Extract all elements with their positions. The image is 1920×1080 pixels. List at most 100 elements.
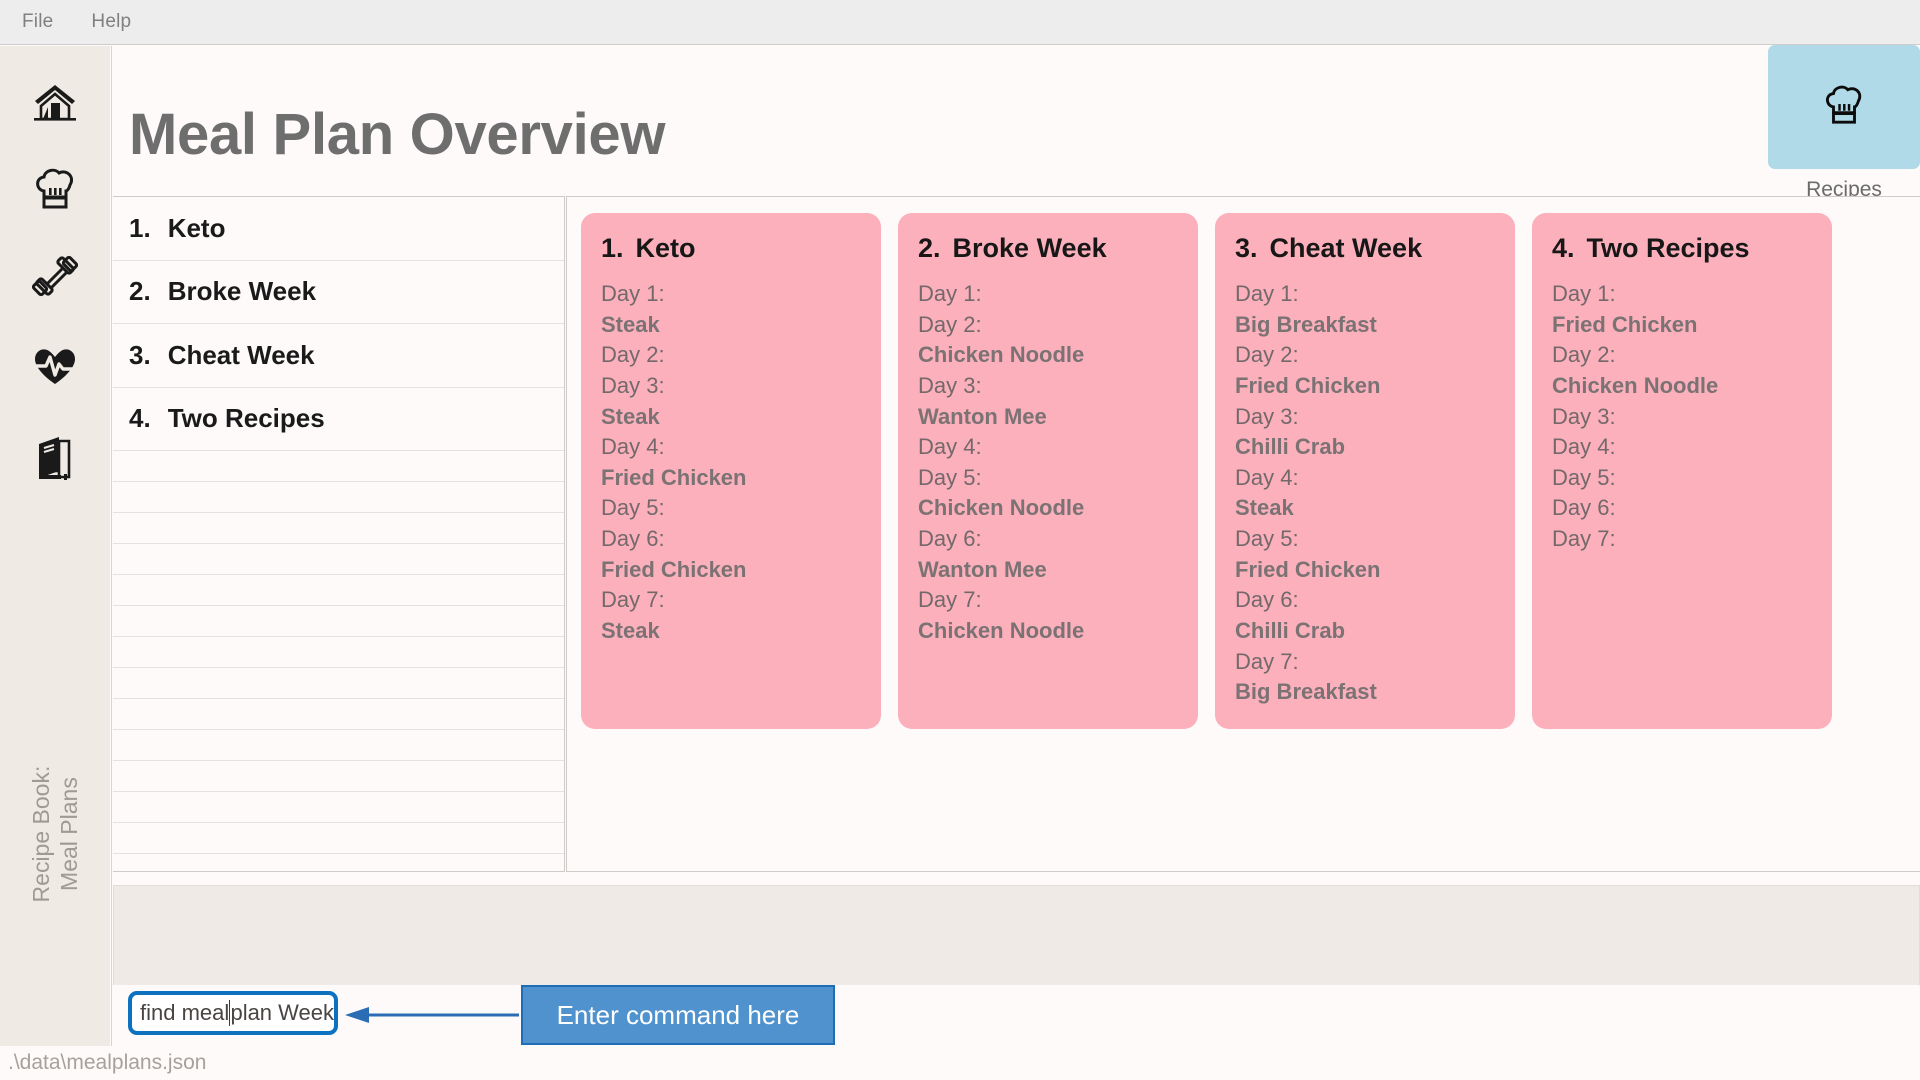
mealplan-day-label: Day 2: (1552, 342, 1616, 368)
command-callout: Enter command here (521, 985, 835, 1045)
mealplan-day-meal: Chilli Crab (1235, 434, 1346, 460)
mealplan-day-label: Day 4: (601, 434, 665, 460)
mealplan-day-meal: Fried Chicken (601, 464, 747, 490)
sidebar-item-home[interactable] (25, 73, 85, 133)
mealplan-day-meal: Steak (601, 311, 660, 337)
list-item-empty (113, 823, 564, 854)
menu-bar: File Help (0, 0, 1920, 45)
mealplan-card[interactable]: 2. Broke Week Day 1: Day 2: Chicken Noodle Da… (898, 213, 1198, 729)
mealplan-card-number: 1. (601, 233, 624, 263)
mealplan-card-title: 1. Keto (601, 233, 861, 264)
mealplan-day-meal: Steak (1235, 495, 1294, 521)
list-item-empty (113, 575, 564, 606)
recipes-button-group: Recipes (1768, 45, 1920, 202)
mealplan-cards: 1. Keto Day 1: Steak Day 2: Day 3: Steak Day 4:… (581, 213, 1832, 729)
mealplan-day-meal: Fried Chicken (1235, 556, 1381, 582)
mealplan-card-name: Keto (635, 233, 696, 263)
list-item-number: 2. (129, 276, 151, 307)
mealplan-card-name: Cheat Week (1269, 233, 1423, 263)
mealplan-day-label: Day 1: (918, 281, 982, 306)
list-item-label: Keto (167, 212, 226, 243)
mealplan-day-meal: Fried Chicken (1552, 311, 1698, 337)
command-row: find meal plan Week Enter command here (113, 985, 1920, 1045)
mealplan-day-label: Day 2: (918, 311, 982, 337)
mealplan-cards-panel[interactable]: 1. Keto Day 1: Steak Day 2: Day 3: Steak Day 4:… (566, 196, 1920, 872)
list-item-empty (113, 482, 564, 513)
mealplan-day-label: Day 5: (601, 495, 665, 521)
mealplan-card[interactable]: 1. Keto Day 1: Steak Day 2: Day 3: Steak Day 4:… (581, 213, 881, 729)
mealplan-day-label: Day 7: (918, 587, 982, 613)
mealplan-card[interactable]: 3. Cheat Week Day 1: Big Breakfast Day 2: Fri… (1215, 213, 1515, 729)
heartbeat-icon (32, 345, 78, 387)
mealplan-card[interactable]: 4. Two Recipes Day 1: Fried Chicken Day 2: Ch… (1532, 213, 1832, 729)
mealplan-day-label: Day 6: (918, 526, 982, 551)
mealplan-day-meal: Chicken Noodle (1552, 372, 1719, 398)
recipes-button[interactable] (1768, 45, 1920, 169)
mealplan-day-label: Day 7: (601, 587, 665, 613)
mealplan-card-title: 3. Cheat Week (1235, 233, 1495, 264)
chef-hat-icon (1823, 84, 1865, 131)
mealplan-list: 1. Keto 2. Broke Week 3. Cheat Week 4. Two Reci… (113, 197, 564, 871)
mealplan-list-panel[interactable]: 1. Keto 2. Broke Week 3. Cheat Week 4. Two Reci… (113, 196, 565, 872)
mealplan-day-label: Day 3: (601, 372, 665, 398)
home-icon (32, 81, 78, 125)
page-title: Meal Plan Overview (129, 102, 666, 167)
sidebar-item-health[interactable] (25, 336, 85, 396)
mealplan-day-label: Day 6: (1552, 495, 1616, 521)
mealplan-day-label: Day 4: (1552, 434, 1616, 460)
mealplan-card-name: Two Recipes (1586, 233, 1750, 263)
mealplan-card-number: 2. (918, 233, 941, 263)
sidebar-item-workouts[interactable] (25, 246, 85, 306)
app-vertical-label: Recipe Book: Meal Plans (27, 765, 82, 903)
mealplan-card-number: 4. (1552, 233, 1575, 263)
mealplan-day-label: Day 1: (1235, 281, 1299, 306)
mealplan-day-meal: Steak (601, 617, 660, 643)
mealplan-day-meal: Chicken Noodle (918, 617, 1085, 643)
status-bar: .\data\mealplans.json (0, 1046, 1920, 1080)
list-item-empty (113, 637, 564, 668)
mealplan-day-label: Day 7: (1552, 526, 1616, 551)
mealplan-day-meal: Chilli Crab (1235, 617, 1346, 643)
mealplan-day-label: Day 1: (1552, 281, 1616, 306)
sidebar-item-book[interactable] (25, 428, 85, 488)
list-item[interactable]: 2. Broke Week (113, 260, 564, 324)
sidebar-item-recipes[interactable] (25, 159, 85, 219)
list-item[interactable]: 3. Cheat Week (113, 324, 564, 388)
app-window: File Help Recipe Book: Meal Plans Meal P… (0, 0, 1920, 1080)
mealplan-day-label: Day 2: (1235, 342, 1299, 368)
list-item-label: Two Recipes (167, 403, 325, 434)
page-header: Meal Plan Overview Recipes (111, 45, 1920, 201)
list-item-empty (113, 513, 564, 544)
mealplan-card-title: 2. Broke Week (918, 233, 1178, 264)
list-item-empty (113, 792, 564, 823)
mealplan-card-name: Broke Week (952, 233, 1107, 263)
list-item[interactable]: 4. Two Recipes (113, 387, 564, 451)
mealplan-day-label: Day 3: (1552, 403, 1616, 429)
list-item-empty (113, 451, 564, 482)
mealplan-day-label: Day 5: (1235, 526, 1299, 551)
mealplan-day-meal: Steak (601, 403, 660, 429)
mealplan-day-label: Day 2: (601, 342, 665, 368)
mealplan-day-label: Day 4: (918, 434, 982, 460)
list-item-empty (113, 668, 564, 699)
menu-item-help[interactable]: Help (91, 11, 131, 33)
mealplan-day-meal: Wanton Mee (918, 556, 1047, 582)
menu-item-file[interactable]: File (22, 11, 53, 33)
list-item-label: Broke Week (167, 276, 317, 307)
list-item-empty (113, 606, 564, 637)
mealplan-card-title: 4. Two Recipes (1552, 233, 1812, 264)
list-item-number: 3. (129, 339, 151, 370)
command-input[interactable]: find meal plan Week (128, 991, 338, 1035)
command-callout-label: Enter command here (556, 999, 800, 1030)
command-text-before-caret: find meal (140, 1000, 230, 1025)
list-item[interactable]: 1. Keto (113, 197, 564, 261)
sidebar-rail: Recipe Book: Meal Plans (0, 46, 110, 1080)
status-bar-path: .\data\mealplans.json (8, 1051, 207, 1074)
dumbbell-icon (32, 253, 78, 299)
list-item-number: 4. (129, 403, 151, 434)
mealplan-day-meal: Fried Chicken (601, 556, 747, 582)
mealplan-day-label: Day 6: (601, 526, 665, 551)
list-item-empty (113, 730, 564, 761)
mealplan-day-label: Day 1: (601, 281, 665, 306)
mealplan-day-label: Day 6: (1235, 587, 1299, 613)
